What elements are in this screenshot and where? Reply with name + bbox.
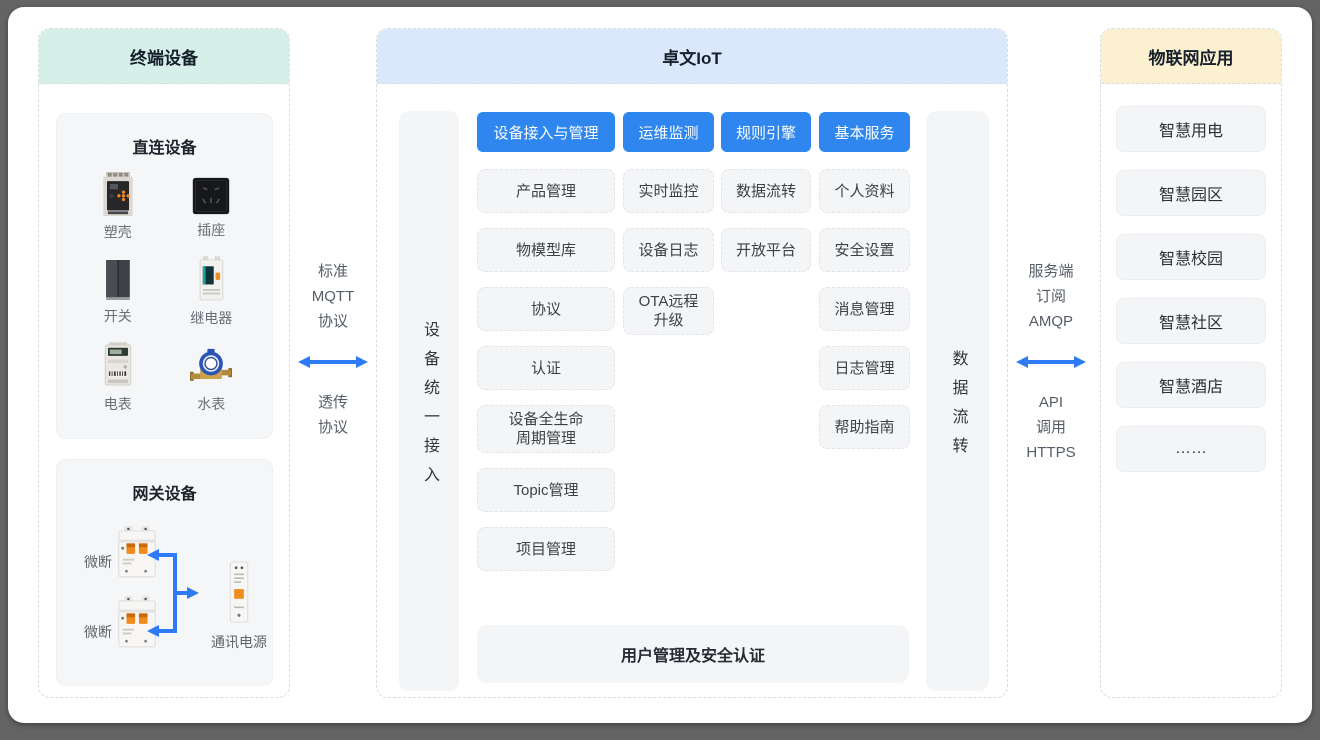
feature-box: 设备日志 [623, 228, 714, 272]
device-label: 水表 [197, 394, 225, 414]
app-item: 智慧用电 [1116, 106, 1266, 152]
double-arrow-icon [1014, 354, 1088, 370]
apps-list: 智慧用电 智慧园区 智慧校园 智慧社区 智慧酒店 …… [1101, 84, 1281, 472]
comm-power-icon [227, 560, 251, 624]
terminal-panel-title: 终端设备 [39, 29, 289, 84]
gateway-wiring-arrows [142, 543, 202, 643]
feature-box: 帮助指南 [819, 405, 910, 449]
user-management-bar: 用户管理及安全认证 [477, 625, 909, 683]
device-label: 插座 [197, 220, 225, 240]
data-flow-rail-label: 数据流转 [946, 337, 970, 466]
direct-devices-title: 直连设备 [57, 114, 272, 158]
device-label: 继电器 [190, 308, 232, 328]
comm-power-label: 通讯电源 [193, 632, 285, 652]
mccb-icon [96, 170, 140, 218]
breaker-top-label: 微断 [84, 552, 112, 572]
feature-box: 产品管理 [477, 169, 615, 213]
right-protocol-connector: 服务端 订阅 AMQP API 调用 HTTPS [1005, 259, 1097, 465]
protocol-text-bottom: API 调用 HTTPS [1026, 390, 1075, 465]
feature-box: 消息管理 [819, 287, 910, 331]
column-header-device-access: 设备接入与管理 [477, 112, 615, 152]
column-basic-services: 基本服务 个人资料 安全设置 消息管理 日志管理 帮助指南 [819, 112, 910, 449]
socket-icon [191, 176, 231, 216]
device-switch: 开关 [75, 254, 161, 328]
gateway-devices-card: 网关设备 微断 微断 [56, 459, 273, 686]
feature-box: 认证 [477, 346, 615, 390]
feature-box: 协议 [477, 287, 615, 331]
column-header-rule-engine: 规则引擎 [721, 112, 811, 152]
diagram-canvas: 终端设备 直连设备 [8, 7, 1312, 723]
water-meter-icon [189, 348, 233, 390]
direct-devices-card: 直连设备 塑壳 [56, 113, 273, 439]
left-protocol-connector: 标准 MQTT 协议 透传 协议 [292, 259, 374, 440]
feature-box: 日志管理 [819, 346, 910, 390]
device-grid: 塑壳 插座 [57, 158, 272, 414]
column-items: 实时监控 设备日志 OTA远程 升级 [623, 169, 714, 335]
feature-box: 项目管理 [477, 527, 615, 571]
iot-applications-panel: 物联网应用 智慧用电 智慧园区 智慧校园 智慧社区 智慧酒店 …… [1100, 28, 1282, 698]
feature-box: OTA远程 升级 [623, 287, 714, 335]
device-relay: 继电器 [169, 254, 255, 328]
terminal-devices-panel: 终端设备 直连设备 [38, 28, 290, 698]
device-access-rail: 设备统一接入 [399, 111, 459, 691]
feature-box: 安全设置 [819, 228, 910, 272]
breaker-bottom-label: 微断 [84, 622, 112, 642]
feature-box: 个人资料 [819, 169, 910, 213]
feature-box: 设备全生命 周期管理 [477, 405, 615, 453]
apps-panel-title: 物联网应用 [1101, 29, 1281, 84]
wall-switch-icon [98, 258, 138, 302]
column-items: 产品管理 物模型库 协议 认证 设备全生命 周期管理 Topic管理 项目管理 [477, 169, 615, 571]
device-access-rail-label: 设备统一接入 [417, 308, 441, 495]
device-water-meter: 水表 [169, 340, 255, 414]
feature-box: Topic管理 [477, 468, 615, 512]
feature-box: 开放平台 [721, 228, 811, 272]
device-electric-meter: 电表 [75, 340, 161, 414]
architecture-diagram: 终端设备 直连设备 [0, 0, 1320, 740]
feature-box: 物模型库 [477, 228, 615, 272]
app-item: 智慧园区 [1116, 170, 1266, 216]
iot-platform-panel: 卓文IoT 设备统一接入 数据流转 设备接入与管理 产品管理 物模型库 协议 认… [376, 28, 1008, 698]
column-device-access: 设备接入与管理 产品管理 物模型库 协议 认证 设备全生命 周期管理 Topic… [477, 112, 615, 571]
protocol-text-top: 标准 MQTT 协议 [312, 259, 355, 334]
electric-meter-icon [98, 340, 138, 390]
platform-panel-title: 卓文IoT [377, 29, 1007, 84]
protocol-text-bottom: 透传 协议 [318, 390, 348, 440]
relay-icon [191, 254, 231, 304]
gateway-devices-title: 网关设备 [57, 460, 272, 504]
column-ops-monitoring: 运维监测 实时监控 设备日志 OTA远程 升级 [623, 112, 714, 335]
column-header-basic-services: 基本服务 [819, 112, 910, 152]
device-mccb: 塑壳 [75, 170, 161, 242]
app-item-more: …… [1116, 426, 1266, 472]
column-items: 数据流转 开放平台 [721, 169, 811, 272]
app-item: 智慧校园 [1116, 234, 1266, 280]
double-arrow-icon [296, 354, 370, 370]
column-header-ops-monitoring: 运维监测 [623, 112, 714, 152]
app-item: 智慧社区 [1116, 298, 1266, 344]
device-label: 开关 [104, 306, 132, 326]
device-socket: 插座 [169, 170, 255, 242]
app-item: 智慧酒店 [1116, 362, 1266, 408]
column-rule-engine: 规则引擎 数据流转 开放平台 [721, 112, 811, 272]
protocol-text-top: 服务端 订阅 AMQP [1028, 259, 1073, 334]
data-flow-rail: 数据流转 [926, 111, 989, 691]
device-label: 电表 [104, 394, 132, 414]
feature-box: 数据流转 [721, 169, 811, 213]
feature-box: 实时监控 [623, 169, 714, 213]
column-items: 个人资料 安全设置 消息管理 日志管理 帮助指南 [819, 169, 910, 449]
device-label: 塑壳 [104, 222, 132, 242]
